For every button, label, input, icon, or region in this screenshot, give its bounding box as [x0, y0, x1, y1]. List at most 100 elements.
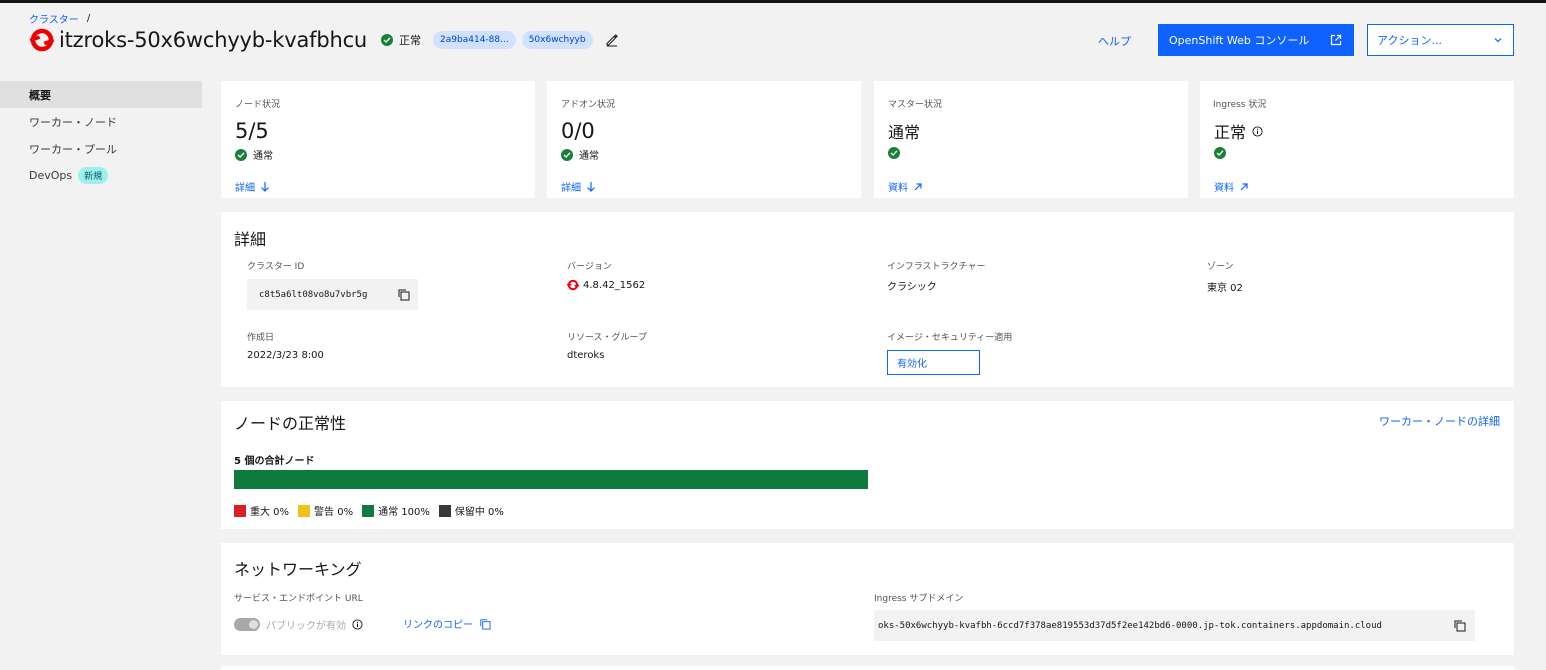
copy-link-text: リンクのコピー — [403, 620, 473, 631]
sidebar-item-label: DevOps — [29, 169, 73, 182]
details-card: 詳細 クラスター ID c8t5a6lt08vo8u7vbr5g バージョン 4… — [221, 212, 1514, 387]
docs-link[interactable]: 資料 — [888, 179, 923, 194]
public-enabled-text: パブリックが有効 — [266, 621, 346, 632]
card-status-text: 通常 — [253, 151, 273, 162]
zone-value: 東京 02 — [1207, 283, 1243, 294]
docs-link-text: 資料 — [888, 183, 908, 194]
sidebar-item-label: ワーカー・プール — [29, 142, 117, 156]
docs-link[interactable]: 資料 — [1214, 179, 1249, 194]
copy-link-button[interactable]: リンクのコピー — [403, 616, 491, 631]
resource-group-label: リソース・グループ — [567, 333, 648, 343]
sidebar-item-overview[interactable]: 概要 — [0, 81, 202, 108]
created-value: 2022/3/23 8:00 — [247, 350, 324, 361]
details-link-text: 詳細 — [235, 183, 255, 194]
actions-label: アクション... — [1377, 34, 1442, 47]
cluster-name: itzroks-50x6wchyyb-kvafbhcu — [59, 28, 368, 52]
legend-critical: 重大 0% — [234, 503, 289, 518]
docs-link-text: 資料 — [1214, 183, 1234, 194]
master-status-card: マスター状況 通常 資料 — [874, 81, 1188, 198]
legend-label: 通常 100% — [378, 507, 430, 518]
details-link[interactable]: 詳細 — [235, 179, 270, 194]
critical-swatch — [234, 504, 246, 517]
zone-label: ゾーン — [1207, 262, 1234, 272]
total-nodes-label: 5 個の合計ノード — [234, 456, 315, 467]
version-value: 4.8.42_1562 — [583, 279, 646, 291]
actions-dropdown[interactable]: アクション... — [1367, 24, 1514, 56]
card-status: 通常 — [235, 147, 273, 162]
card-value: 5/5 — [235, 119, 269, 143]
openshift-console-label: OpenShift Web コンソール — [1169, 34, 1310, 47]
ingress-subdomain-box: oks-50x6wchyyb-kvafbh-6ccd7f378ae819553d… — [874, 610, 1475, 641]
created-label: 作成日 — [247, 333, 275, 343]
openshift-console-button[interactable]: OpenShift Web コンソール — [1158, 24, 1354, 56]
node-health-bar — [234, 470, 868, 489]
edit-icon[interactable] — [605, 33, 619, 47]
card-label-text: Ingress 状況 — [1213, 100, 1267, 110]
sidebar-item-devops[interactable]: DevOps 新規 — [0, 162, 202, 189]
card-value: 正常 — [1214, 119, 1263, 143]
next-card-edge — [221, 666, 1514, 670]
card-value: 0/0 — [561, 119, 595, 143]
details-link[interactable]: 詳細 — [561, 179, 596, 194]
copy-icon — [480, 618, 491, 630]
chevron-down-icon — [1494, 38, 1502, 43]
normal-swatch — [362, 504, 375, 517]
card-status — [1214, 147, 1232, 159]
version-field: 4.8.42_1562 — [567, 279, 645, 291]
version-label: バージョン — [567, 262, 612, 272]
networking-card: ネットワーキング サービス・エンドポイント URL パブリックが有効 リンクのコ… — [221, 543, 1514, 655]
cluster-id-value: c8t5a6lt08vo8u7vbr5g — [259, 289, 368, 300]
node-health-title: ノードの正常性 — [234, 414, 347, 433]
cluster-id-box: c8t5a6lt08vo8u7vbr5g — [247, 279, 418, 310]
details-link-text: 詳細 — [561, 183, 581, 194]
info-icon[interactable] — [1252, 125, 1263, 137]
copy-icon[interactable] — [397, 288, 410, 301]
arrow-down-icon — [587, 182, 595, 192]
infra-value: クラシック — [887, 282, 937, 293]
details-title: 詳細 — [234, 230, 267, 249]
cluster-id-label: クラスター ID — [247, 262, 305, 272]
checkmark-icon — [235, 148, 247, 161]
card-value: 通常 — [888, 123, 921, 142]
cluster-status-text: 正常 — [399, 34, 422, 47]
card-status — [888, 147, 906, 159]
tag-cluster-id[interactable]: 50x6wchyyb — [521, 31, 593, 49]
sidebar-item-label: 概要 — [29, 88, 51, 102]
copy-icon[interactable] — [1453, 619, 1466, 632]
pending-swatch — [438, 504, 451, 517]
enable-image-security-button[interactable]: 有効化 — [887, 350, 980, 375]
resource-group-value: dteroks — [567, 350, 605, 361]
title-row: itzroks-50x6wchyyb-kvafbhcu 正常 2a9ba414-… — [29, 27, 619, 53]
legend-pending: 保留中 0% — [438, 503, 504, 518]
breadcrumb-clusters-link[interactable]: クラスター — [29, 11, 79, 26]
networking-title: ネットワーキング — [234, 560, 362, 579]
health-legend: 重大 0% 警告 0% 通常 100% 保留中 0% — [234, 503, 506, 518]
checkmark-icon — [561, 148, 573, 161]
arrow-down-icon — [261, 182, 269, 192]
sidebar-item-worker-pools[interactable]: ワーカー・プール — [0, 135, 202, 162]
node-status-card: ノード状況 5/5 通常 詳細 — [221, 81, 535, 198]
worker-node-details-link[interactable]: ワーカー・ノードの詳細 — [1379, 413, 1500, 429]
sidebar-item-worker-nodes[interactable]: ワーカー・ノード — [0, 108, 202, 135]
image-security-label: イメージ・セキュリティー適用 — [887, 333, 1013, 343]
new-badge: 新規 — [78, 167, 109, 184]
openshift-logo-icon — [567, 279, 579, 291]
card-value-text: 正常 — [1214, 123, 1247, 142]
arrow-up-right-icon — [1240, 182, 1248, 190]
checkmark-icon — [381, 34, 394, 46]
sidebar: 概要 ワーカー・ノード ワーカー・プール DevOps 新規 — [0, 81, 202, 189]
sidebar-item-label: ワーカー・ノード — [29, 115, 117, 129]
warning-swatch — [298, 504, 311, 517]
ingress-status-card: Ingress 状況 正常 資料 — [1200, 81, 1514, 198]
checkmark-icon — [1214, 147, 1226, 159]
legend-warning: 警告 0% — [298, 503, 353, 518]
public-endpoint-toggle[interactable] — [234, 618, 260, 631]
breadcrumb-separator: / — [86, 13, 91, 24]
checkmark-icon — [888, 147, 900, 159]
info-icon[interactable] — [352, 619, 363, 630]
legend-label: 警告 0% — [314, 507, 354, 518]
tag-account-id[interactable]: 2a9ba414-88... — [433, 31, 516, 49]
breadcrumb: クラスター / — [29, 11, 90, 26]
help-link[interactable]: ヘルプ — [1098, 33, 1131, 49]
service-endpoint-label: サービス・エンドポイント URL — [234, 594, 363, 604]
